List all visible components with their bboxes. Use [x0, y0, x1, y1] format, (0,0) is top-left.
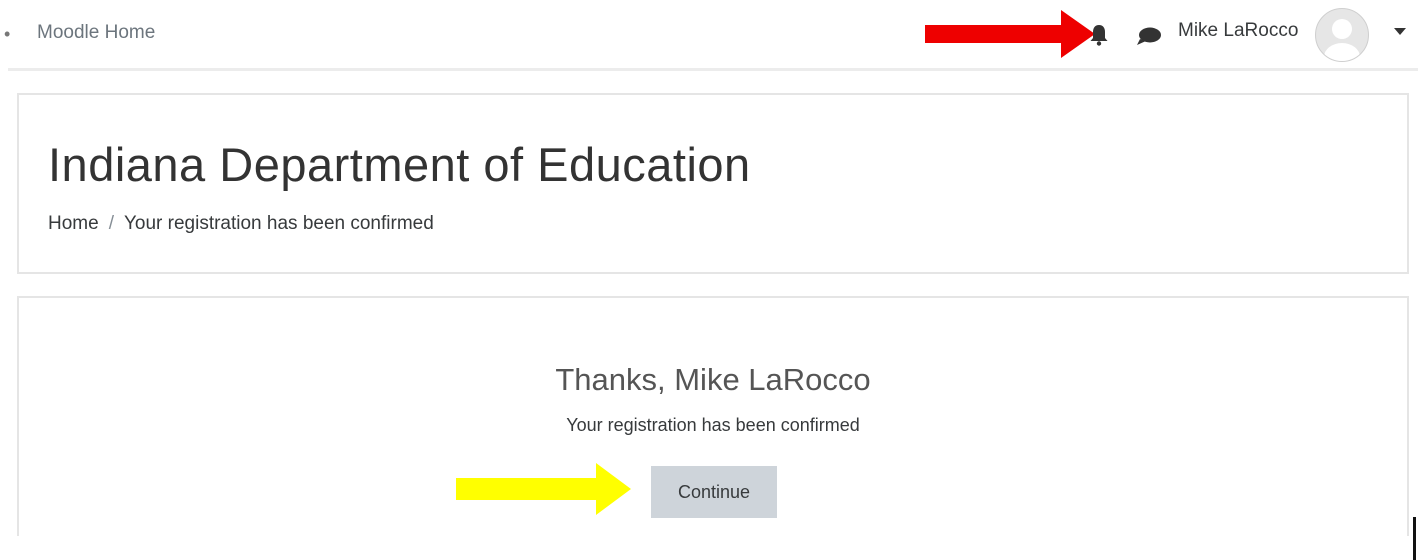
breadcrumb: Home / Your registration has been confirme…: [48, 213, 434, 235]
yellow-annotation-arrow: [456, 463, 631, 515]
avatar-silhouette-icon: [1324, 19, 1360, 61]
breadcrumb-separator: /: [108, 213, 114, 234]
page-title: Indiana Department of Education: [48, 138, 751, 191]
breadcrumb-home-link[interactable]: Home: [48, 213, 99, 234]
continue-button[interactable]: Continue: [651, 466, 777, 518]
confirmation-message: Your registration has been confirmed: [566, 415, 860, 435]
page-header-card: Indiana Department of Education Home / You…: [17, 93, 1409, 274]
nav-edge-glyph: •: [4, 24, 11, 44]
red-annotation-arrow: [925, 10, 1095, 58]
thanks-heading: Thanks, Mike LaRocco: [555, 362, 871, 397]
user-name[interactable]: Mike LaRocco: [1178, 20, 1298, 42]
text-cursor-bar: [1413, 517, 1416, 560]
caret-down-icon[interactable]: [1394, 28, 1406, 35]
breadcrumb-current: Your registration has been confirmed: [123, 213, 434, 234]
chat-icon[interactable]: [1136, 26, 1162, 46]
navbar: • Moodle Home Mike LaRocco: [0, 0, 1418, 68]
moodle-home-link[interactable]: Moodle Home: [37, 22, 155, 44]
avatar[interactable]: [1315, 8, 1369, 62]
bell-icon[interactable]: [1089, 24, 1109, 46]
main-content-card: Thanks, Mike LaRocco Your registration h…: [17, 296, 1409, 536]
navbar-divider: [8, 68, 1418, 71]
